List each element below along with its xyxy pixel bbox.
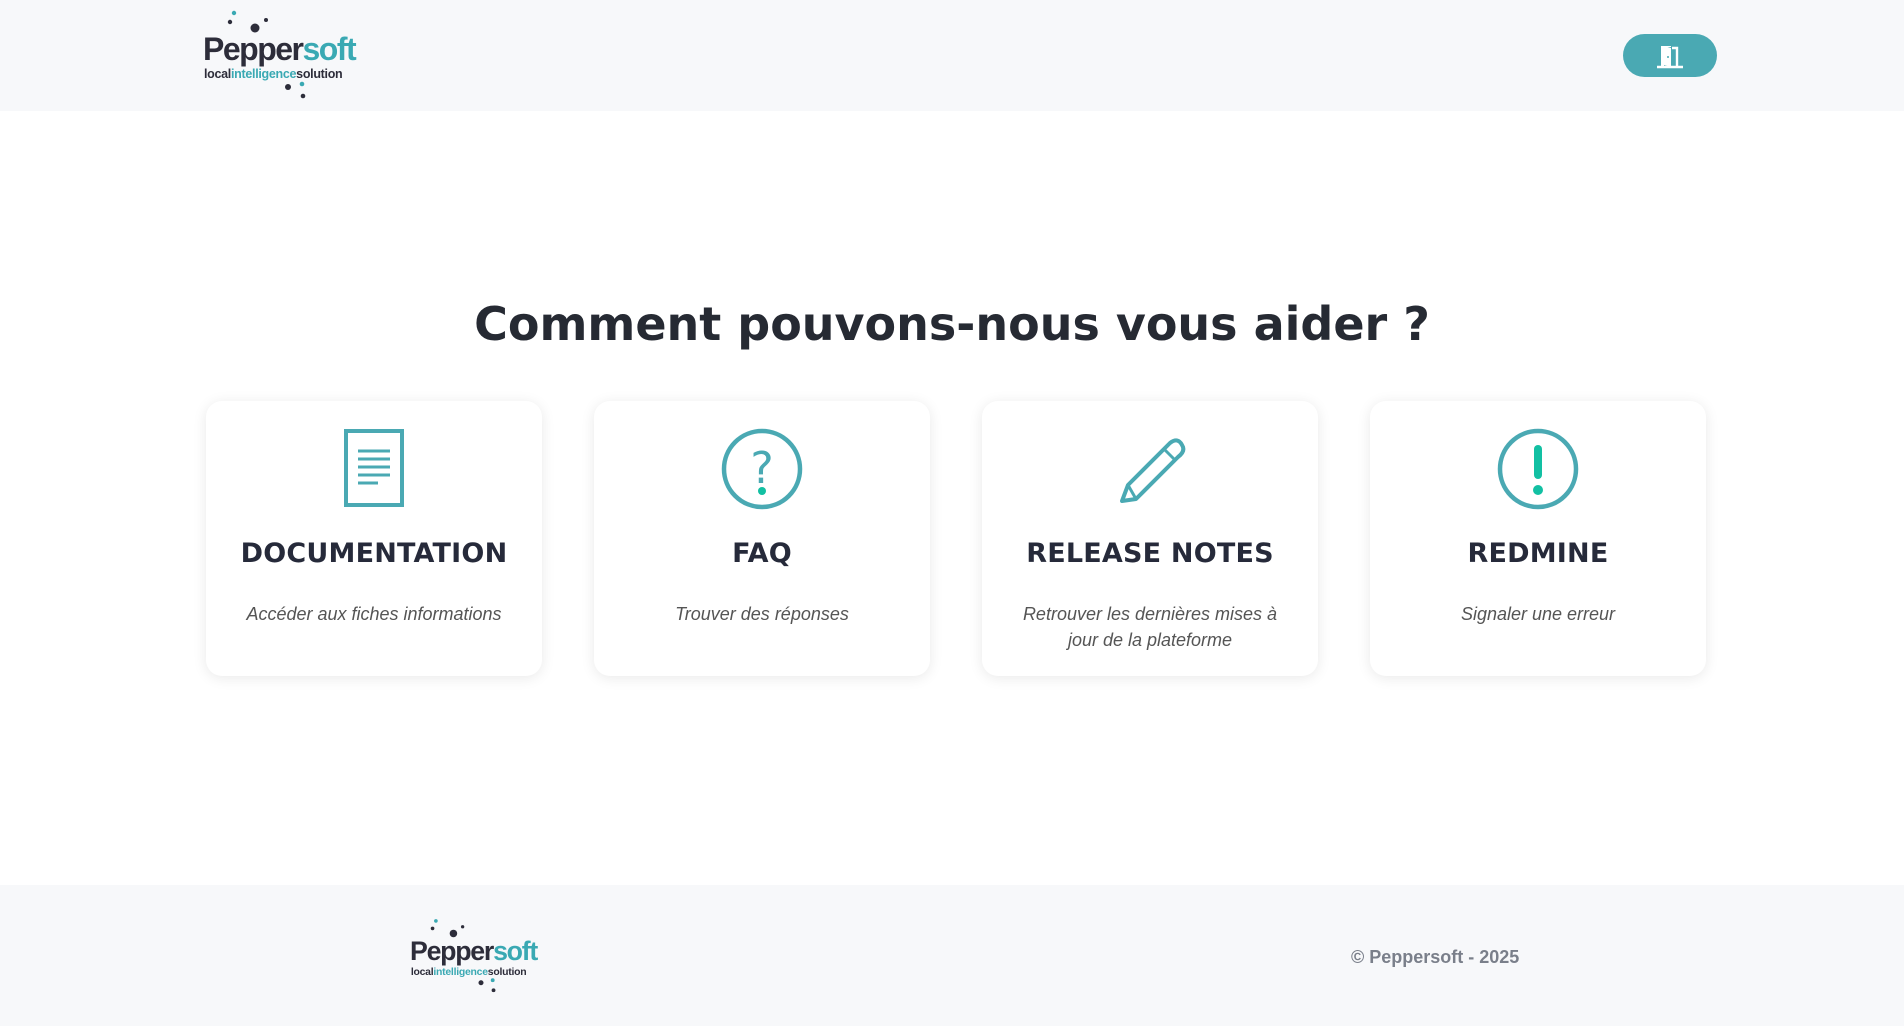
exclamation-circle-icon: [1497, 428, 1579, 510]
question-circle-icon: ?: [721, 428, 803, 510]
card-description: Accéder aux fiches informations: [246, 604, 502, 624]
svg-text:localintelligencesolution: localintelligencesolution: [411, 967, 527, 978]
card-description: Trouver des réponses: [675, 604, 849, 624]
card-title: RELEASE NOTES: [1026, 538, 1274, 569]
card-release-notes[interactable]: RELEASE NOTES Retrouver les dernières mi…: [982, 401, 1318, 676]
copyright-text: © Peppersoft - 2025: [1351, 947, 1520, 967]
card-title: REDMINE: [1467, 538, 1609, 569]
peppersoft-logo[interactable]: Peppersoft localintelligencesolution: [410, 918, 552, 994]
svg-text:localintelligencesolution: localintelligencesolution: [204, 67, 342, 81]
document-icon: [344, 429, 404, 507]
card-description: Signaler une erreur: [1460, 604, 1616, 624]
help-cards: DOCUMENTATION Accéder aux fiches informa…: [206, 401, 1706, 676]
main-content: Comment pouvons-nous vous aider ? DOCUME…: [0, 111, 1904, 885]
logout-button[interactable]: [1623, 34, 1717, 77]
card-title: FAQ: [732, 538, 792, 569]
pencil-icon: [1120, 438, 1186, 503]
card-title: DOCUMENTATION: [240, 538, 508, 569]
header: Peppersoft localintelligencesolution: [0, 0, 1904, 111]
svg-text:Peppersoft: Peppersoft: [410, 936, 538, 966]
card-documentation[interactable]: DOCUMENTATION Accéder aux fiches informa…: [206, 401, 542, 676]
card-description: Retrouver les dernières mises à jour de …: [1022, 604, 1278, 650]
peppersoft-logo[interactable]: Peppersoft localintelligencesolution: [203, 10, 373, 100]
door-exit-icon: [1657, 45, 1683, 68]
footer: Peppersoft localintelligencesolution © P…: [0, 885, 1904, 1026]
page-title: Comment pouvons-nous vous aider ?: [474, 297, 1430, 351]
card-redmine[interactable]: REDMINE Signaler une erreur: [1370, 401, 1706, 676]
svg-text:Peppersoft: Peppersoft: [203, 31, 357, 67]
card-faq[interactable]: ? FAQ Trouver des réponses: [594, 401, 930, 676]
svg-text:?: ?: [750, 443, 773, 494]
